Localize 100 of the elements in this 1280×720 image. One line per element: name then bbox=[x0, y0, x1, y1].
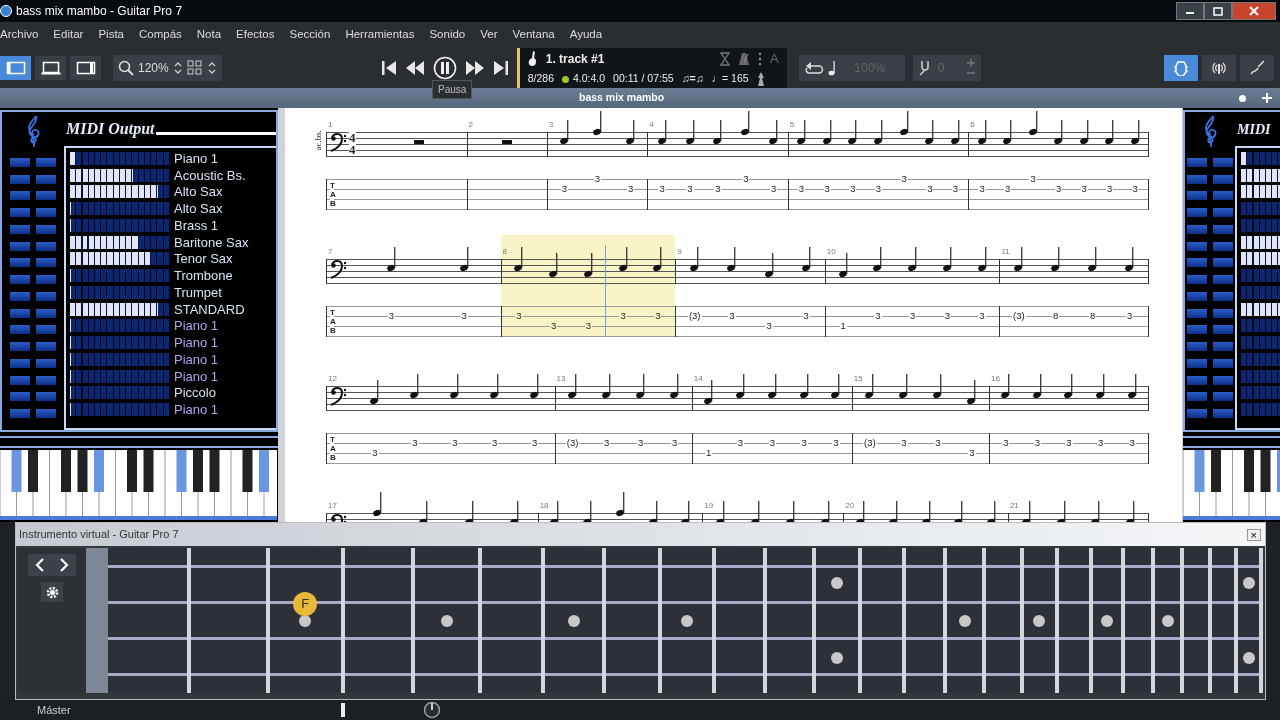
menu-item[interactable]: Herramientas bbox=[345, 26, 423, 44]
solo-button[interactable] bbox=[1213, 375, 1233, 385]
pause-button[interactable] bbox=[432, 56, 457, 80]
fader-handle[interactable] bbox=[340, 703, 345, 717]
mute-button[interactable] bbox=[10, 409, 30, 419]
menu-item[interactable]: Sonido bbox=[429, 26, 474, 44]
mute-button[interactable] bbox=[10, 191, 30, 201]
mute-button[interactable] bbox=[1187, 241, 1207, 251]
panel-button[interactable] bbox=[1240, 55, 1274, 81]
menu-item[interactable]: Nota bbox=[196, 26, 230, 44]
panel-button[interactable] bbox=[1202, 55, 1236, 81]
mute-button[interactable] bbox=[10, 157, 30, 167]
measure[interactable]: 5 3 3 3 3 3 3 3 bbox=[787, 108, 969, 210]
solo-button[interactable] bbox=[1213, 191, 1233, 201]
solo-button[interactable] bbox=[36, 275, 56, 285]
maximize-button[interactable] bbox=[1204, 2, 1232, 20]
grid-icon[interactable] bbox=[186, 60, 203, 76]
menu-item[interactable]: Ver bbox=[480, 26, 506, 44]
mute-button[interactable] bbox=[1187, 342, 1207, 352]
mute-button[interactable] bbox=[1187, 275, 1207, 285]
dot-icon[interactable] bbox=[1239, 94, 1246, 102]
close-button[interactable] bbox=[1232, 2, 1276, 20]
measure[interactable]: 18 bbox=[537, 489, 703, 522]
mute-button[interactable] bbox=[10, 342, 30, 352]
measure[interactable]: 6 3 3 3 3 3 3 3 bbox=[968, 108, 1149, 210]
solo-button[interactable] bbox=[1213, 174, 1233, 184]
selected-measure[interactable]: 8 3 3 3 3 3 bbox=[500, 235, 676, 337]
mute-button[interactable] bbox=[10, 224, 30, 234]
mute-button[interactable] bbox=[10, 275, 30, 285]
solo-button[interactable] bbox=[36, 392, 56, 402]
menu-item[interactable]: Editar bbox=[53, 26, 92, 44]
quarter-note-icon[interactable] bbox=[827, 60, 836, 76]
solo-button[interactable] bbox=[36, 375, 56, 385]
solo-button[interactable] bbox=[36, 291, 56, 301]
metronome-icon[interactable] bbox=[738, 51, 751, 66]
mute-button[interactable] bbox=[1187, 258, 1207, 268]
hourglass-icon[interactable] bbox=[720, 51, 731, 66]
solo-button[interactable] bbox=[1213, 275, 1233, 285]
menu-item[interactable]: Archivo bbox=[0, 26, 47, 44]
mute-button[interactable] bbox=[1187, 358, 1207, 368]
menu-item[interactable]: Pista bbox=[98, 26, 132, 44]
measure[interactable]: 4 3 3 3 3 3 bbox=[647, 108, 788, 210]
mute-button[interactable] bbox=[10, 258, 30, 268]
menu-item[interactable]: Sección bbox=[289, 26, 339, 44]
solo-button[interactable] bbox=[1213, 241, 1233, 251]
mute-button[interactable] bbox=[10, 291, 30, 301]
document-title[interactable]: bass mix mambo bbox=[579, 90, 665, 106]
measure[interactable]: 3 3 3 3 bbox=[546, 108, 648, 210]
plus-icon[interactable] bbox=[1262, 93, 1272, 103]
mute-button[interactable] bbox=[10, 358, 30, 368]
skip-to-start-button[interactable] bbox=[380, 60, 397, 76]
mute-button[interactable] bbox=[1187, 308, 1207, 318]
solo-button[interactable] bbox=[36, 157, 56, 167]
mute-button[interactable] bbox=[1187, 157, 1207, 167]
menu-item[interactable]: Ventana bbox=[512, 26, 563, 44]
mute-button[interactable] bbox=[1187, 291, 1207, 301]
solo-button[interactable] bbox=[36, 174, 56, 184]
mute-button[interactable] bbox=[1187, 174, 1207, 184]
pitch-icon[interactable] bbox=[756, 72, 765, 87]
mute-button[interactable] bbox=[10, 174, 30, 184]
solo-button[interactable] bbox=[1213, 342, 1233, 352]
spinner-icon[interactable] bbox=[206, 61, 217, 75]
mute-button[interactable] bbox=[10, 392, 30, 402]
mute-button[interactable] bbox=[1187, 325, 1207, 335]
navigation-button[interactable] bbox=[28, 554, 76, 576]
solo-button[interactable] bbox=[36, 358, 56, 368]
solo-button[interactable] bbox=[1213, 208, 1233, 218]
solo-button[interactable] bbox=[1213, 358, 1233, 368]
solo-button[interactable] bbox=[36, 342, 56, 352]
solo-button[interactable] bbox=[36, 258, 56, 268]
solo-button[interactable] bbox=[1213, 325, 1233, 335]
solo-button[interactable] bbox=[1213, 157, 1233, 167]
mute-button[interactable] bbox=[1187, 392, 1207, 402]
mute-button[interactable] bbox=[10, 325, 30, 335]
mute-button[interactable] bbox=[10, 375, 30, 385]
solo-button[interactable] bbox=[36, 308, 56, 318]
solo-button[interactable] bbox=[1213, 224, 1233, 234]
view-button[interactable] bbox=[35, 56, 66, 80]
close-button[interactable]: × bbox=[1246, 528, 1261, 541]
plus-minus-icon[interactable] bbox=[965, 59, 976, 77]
rewind-button[interactable] bbox=[404, 60, 425, 76]
triplet-feel[interactable]: ♫=♫ bbox=[681, 71, 704, 88]
measure[interactable]: 17 bbox=[326, 489, 538, 522]
mute-button[interactable] bbox=[1187, 208, 1207, 218]
solo-button[interactable] bbox=[36, 224, 56, 234]
spinner-icon[interactable] bbox=[172, 61, 183, 75]
solo-button[interactable] bbox=[36, 325, 56, 335]
skip-to-end-button[interactable] bbox=[492, 60, 509, 76]
menu-item[interactable]: Ayuda bbox=[569, 26, 611, 44]
solo-button[interactable] bbox=[36, 409, 56, 419]
loop-button[interactable] bbox=[803, 60, 824, 76]
mute-button[interactable] bbox=[10, 241, 30, 251]
zoom-value[interactable]: 120% bbox=[138, 59, 169, 77]
solo-button[interactable] bbox=[1213, 409, 1233, 419]
mute-button[interactable] bbox=[1187, 224, 1207, 234]
view-button[interactable] bbox=[70, 56, 101, 80]
minimize-button[interactable] bbox=[1176, 2, 1204, 20]
solo-button[interactable] bbox=[36, 191, 56, 201]
solo-button[interactable] bbox=[1213, 308, 1233, 318]
menu-item[interactable]: Efectos bbox=[236, 26, 283, 44]
